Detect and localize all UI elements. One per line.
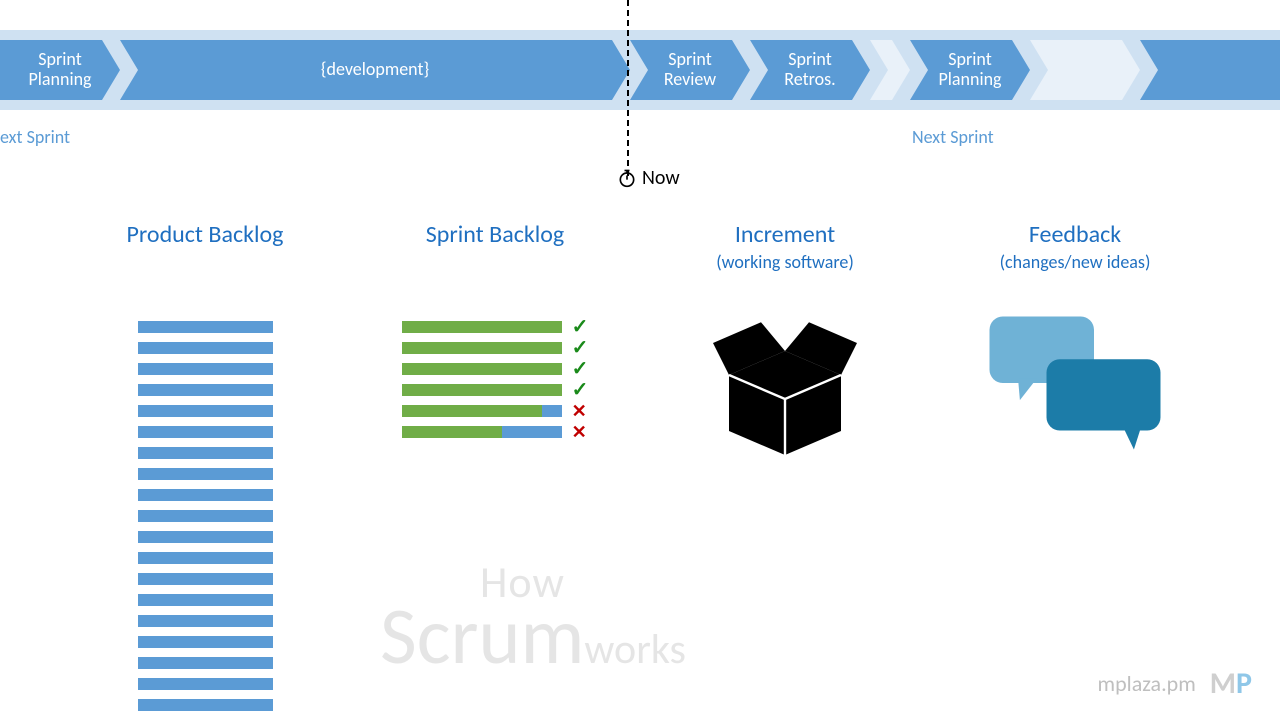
box-icon [700, 303, 870, 463]
stopwatch-icon [617, 168, 637, 188]
check-icon: ✓ [572, 321, 589, 333]
col-increment: Increment (working software) [640, 220, 930, 711]
backlog-item [138, 363, 273, 375]
chevron-development-2: {develop [1140, 40, 1280, 100]
now-line [627, 0, 629, 176]
product-backlog-bars [138, 321, 273, 711]
sprint-backlog-item: ✓ [402, 384, 589, 396]
next-sprint-label: Next Sprint [912, 126, 994, 148]
backlog-item [138, 342, 273, 354]
check-icon: ✓ [572, 384, 589, 396]
mp-logo: MP [1210, 665, 1252, 702]
backlog-item [138, 699, 273, 711]
backlog-item [138, 573, 273, 585]
backlog-item [138, 594, 273, 606]
backlog-item [138, 426, 273, 438]
check-icon: ✓ [572, 363, 589, 375]
sprint-backlog-title: Sprint Backlog [426, 220, 564, 249]
prev-sprint-label: ext Sprint [0, 126, 70, 148]
backlog-item [138, 678, 273, 690]
cross-icon: ✕ [572, 426, 587, 438]
backlog-item [138, 636, 273, 648]
backlog-item [138, 384, 273, 396]
timeline: SprintPlanning {development} SprintRevie… [0, 40, 1280, 100]
footer: mplaza.pm MP [1098, 665, 1252, 702]
backlog-item [138, 531, 273, 543]
cross-icon: ✕ [572, 405, 587, 417]
chevron-sprint-planning-1: SprintPlanning [0, 40, 120, 100]
product-backlog-title: Product Backlog [127, 220, 284, 249]
now-label: Now [642, 166, 680, 190]
feedback-title: Feedback [1029, 220, 1121, 249]
chevron-gap-2 [1030, 40, 1140, 100]
sprint-backlog-bars: ✓ ✓ ✓ ✓ ✕ ✕ [402, 321, 589, 438]
columns: Product Backlog Sprint Backlog ✓ ✓ ✓ ✓ ✕ ✕ In… [0, 220, 1280, 711]
feedback-subtitle: (changes/new ideas) [1000, 251, 1151, 273]
increment-subtitle: (working software) [716, 251, 854, 273]
check-icon: ✓ [572, 342, 589, 354]
chevron-sprint-planning-2: SprintPlanning [910, 40, 1030, 100]
backlog-item [138, 447, 273, 459]
sprint-backlog-item: ✓ [402, 363, 589, 375]
footer-site: mplaza.pm [1098, 670, 1196, 697]
col-sprint-backlog: Sprint Backlog ✓ ✓ ✓ ✓ ✕ ✕ [350, 220, 640, 711]
chevron-gap [870, 40, 910, 100]
col-feedback: Feedback (changes/new ideas) [930, 220, 1220, 711]
backlog-item [138, 510, 273, 522]
backlog-item [138, 552, 273, 564]
chevron-sprint-retros: SprintRetros. [750, 40, 870, 100]
col-product-backlog: Product Backlog [60, 220, 350, 711]
sprint-backlog-item: ✓ [402, 342, 589, 354]
backlog-item [138, 489, 273, 501]
sprint-backlog-item: ✓ [402, 321, 589, 333]
increment-title: Increment [735, 220, 835, 249]
chevron-sprint-review: SprintReview [630, 40, 750, 100]
backlog-item [138, 615, 273, 627]
backlog-item [138, 405, 273, 417]
sprint-backlog-item: ✕ [402, 405, 589, 417]
chat-bubbles-icon [980, 303, 1170, 463]
backlog-item [138, 468, 273, 480]
chevron-development-1: {development} [120, 40, 630, 100]
backlog-item [138, 321, 273, 333]
backlog-item [138, 657, 273, 669]
sprint-backlog-item: ✕ [402, 426, 589, 438]
